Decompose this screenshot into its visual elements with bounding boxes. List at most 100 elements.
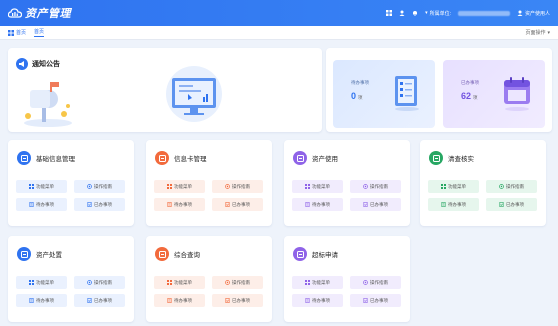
done-items-label: 已办事项 bbox=[94, 297, 112, 303]
guide-icon bbox=[363, 184, 368, 189]
done-items-button[interactable]: 已办事项 bbox=[350, 198, 401, 211]
grid-menu-icon bbox=[29, 280, 34, 285]
todo-items-button[interactable]: 待办事项 bbox=[16, 198, 67, 211]
function-menu-button[interactable]: 功能菜单 bbox=[292, 180, 343, 193]
app-logo[interactable]: 资产管理 bbox=[8, 5, 71, 21]
operation-guide-label: 操作指南 bbox=[232, 279, 250, 285]
done-stat-value: 62 项 bbox=[461, 91, 478, 101]
page-operations-dropdown[interactable]: 页面操作 ▾ bbox=[525, 29, 550, 37]
done-items-label: 已办事项 bbox=[506, 201, 524, 207]
unit-label: 所属单位: bbox=[429, 10, 451, 17]
cloud-logo-icon bbox=[8, 8, 22, 18]
todo-items-button[interactable]: 待办事项 bbox=[428, 198, 479, 211]
done-items-button[interactable]: 已办事项 bbox=[74, 294, 125, 307]
user-profile-icon[interactable] bbox=[399, 10, 405, 16]
todo-doc-icon bbox=[305, 202, 310, 207]
unit-name-redacted bbox=[457, 10, 510, 16]
todo-items-button[interactable]: 待办事项 bbox=[292, 294, 343, 307]
grid-menu-icon bbox=[29, 184, 34, 189]
todo-stat-value: 0项 bbox=[351, 91, 363, 101]
operation-guide-button[interactable]: 操作指南 bbox=[486, 180, 537, 193]
todo-doc-icon bbox=[29, 202, 34, 207]
todo-stat-label: 待办事项 bbox=[351, 80, 369, 85]
top-bar: 资产管理 ▾ 所属单位: 资产使用人 bbox=[0, 0, 558, 26]
function-menu-label: 功能菜单 bbox=[448, 183, 466, 189]
done-doc-icon bbox=[363, 298, 368, 303]
done-items-button[interactable]: 已办事项 bbox=[74, 198, 125, 211]
guide-icon bbox=[225, 280, 230, 285]
module-icon bbox=[293, 151, 307, 165]
todo-items-label: 待办事项 bbox=[174, 297, 192, 303]
todo-items-button[interactable]: 待办事项 bbox=[154, 294, 205, 307]
grid-menu-icon bbox=[305, 184, 310, 189]
module-title: 信息卡管理 bbox=[174, 156, 207, 163]
bell-icon[interactable] bbox=[412, 10, 418, 16]
operation-guide-label: 操作指南 bbox=[370, 279, 388, 285]
todo-stat-card[interactable]: 待办事项 0项 bbox=[333, 60, 435, 128]
done-items-label: 已办事项 bbox=[94, 201, 112, 207]
function-menu-button[interactable]: 功能菜单 bbox=[154, 276, 205, 289]
todo-items-button[interactable]: 待办事项 bbox=[292, 198, 343, 211]
home-grid-icon bbox=[8, 29, 14, 36]
module-icon bbox=[17, 151, 31, 165]
done-items-label: 已办事项 bbox=[370, 297, 388, 303]
module-icon bbox=[429, 151, 443, 165]
operation-guide-button[interactable]: 操作指南 bbox=[350, 180, 401, 193]
operation-guide-button[interactable]: 操作指南 bbox=[212, 276, 263, 289]
todo-items-label: 待办事项 bbox=[312, 297, 330, 303]
function-menu-button[interactable]: 功能菜单 bbox=[16, 180, 67, 193]
notice-title: 通知公告 bbox=[32, 61, 60, 68]
grid-apps-icon[interactable] bbox=[386, 10, 393, 16]
done-items-button[interactable]: 已办事项 bbox=[486, 198, 537, 211]
module-card-basic-info: 基础信息管理 功能菜单 操作指南 待办事项 已办事项 bbox=[8, 140, 134, 226]
operation-guide-button[interactable]: 操作指南 bbox=[74, 276, 125, 289]
function-menu-button[interactable]: 功能菜单 bbox=[16, 276, 67, 289]
operation-guide-button[interactable]: 操作指南 bbox=[212, 180, 263, 193]
operation-guide-label: 操作指南 bbox=[94, 279, 112, 285]
notice-panel: 通知公告 bbox=[8, 48, 322, 132]
todo-doc-icon bbox=[29, 298, 34, 303]
operation-guide-button[interactable]: 操作指南 bbox=[350, 276, 401, 289]
todo-items-button[interactable]: 待办事项 bbox=[154, 198, 205, 211]
function-menu-button[interactable]: 功能菜单 bbox=[292, 276, 343, 289]
module-card-over-standard-application: 超标申请 功能菜单 操作指南 待办事项 已办事项 bbox=[284, 236, 410, 322]
monitor-analytics-illustration-icon bbox=[166, 66, 222, 122]
mailbox-illustration-icon bbox=[24, 82, 72, 127]
todo-items-label: 待办事项 bbox=[312, 201, 330, 207]
module-card-inventory-check: 清查核实功能菜单 操作指南待办事项 已办事项 bbox=[420, 140, 546, 226]
done-items-button[interactable]: 已办事项 bbox=[212, 198, 263, 211]
todo-items-button[interactable]: 待办事项 bbox=[16, 294, 67, 307]
function-menu-button[interactable]: 功能菜单 bbox=[154, 180, 205, 193]
done-doc-icon bbox=[87, 202, 92, 207]
chevron-down-icon: ▾ bbox=[547, 29, 550, 36]
module-title: 综合查询 bbox=[174, 252, 200, 259]
unit-selector[interactable]: ▾ 所属单位: bbox=[425, 10, 451, 17]
done-stat-card[interactable]: 已办事项 62 项 bbox=[443, 60, 545, 128]
tab-current[interactable]: 首页 bbox=[34, 28, 45, 37]
calendar-icon bbox=[504, 77, 530, 111]
grid-menu-icon bbox=[441, 184, 446, 189]
done-items-button[interactable]: 已办事项 bbox=[212, 294, 263, 307]
guide-icon bbox=[225, 184, 230, 189]
module-title: 基础信息管理 bbox=[36, 156, 75, 163]
chevron-down-icon: ▾ bbox=[425, 10, 428, 16]
guide-icon bbox=[499, 184, 504, 189]
module-card-asset-disposal: 资产处置功能菜单 操作指南待办事项 已办事项 bbox=[8, 236, 134, 322]
function-menu-label: 功能菜单 bbox=[36, 183, 54, 189]
todo-items-label: 待办事项 bbox=[448, 201, 466, 207]
function-menu-button[interactable]: 功能菜单 bbox=[428, 180, 479, 193]
function-menu-label: 功能菜单 bbox=[174, 183, 192, 189]
tab-home[interactable]: 首页 bbox=[8, 29, 26, 36]
module-card-comprehensive-query: 综合查询功能菜单 操作指南待办事项 已办事项 bbox=[146, 236, 272, 322]
todo-items-label: 待办事项 bbox=[174, 201, 192, 207]
done-items-button[interactable]: 已办事项 bbox=[350, 294, 401, 307]
user-menu[interactable]: 资产使用人 bbox=[517, 10, 550, 17]
module-title: 清查核实 bbox=[448, 156, 474, 163]
module-title: 资产处置 bbox=[36, 252, 62, 259]
module-title: 资产使用 bbox=[312, 156, 338, 163]
done-doc-icon bbox=[363, 202, 368, 207]
operation-guide-label: 操作指南 bbox=[370, 183, 388, 189]
module-icon bbox=[155, 247, 169, 261]
operation-guide-button[interactable]: 操作指南 bbox=[74, 180, 125, 193]
megaphone-icon bbox=[16, 58, 28, 70]
